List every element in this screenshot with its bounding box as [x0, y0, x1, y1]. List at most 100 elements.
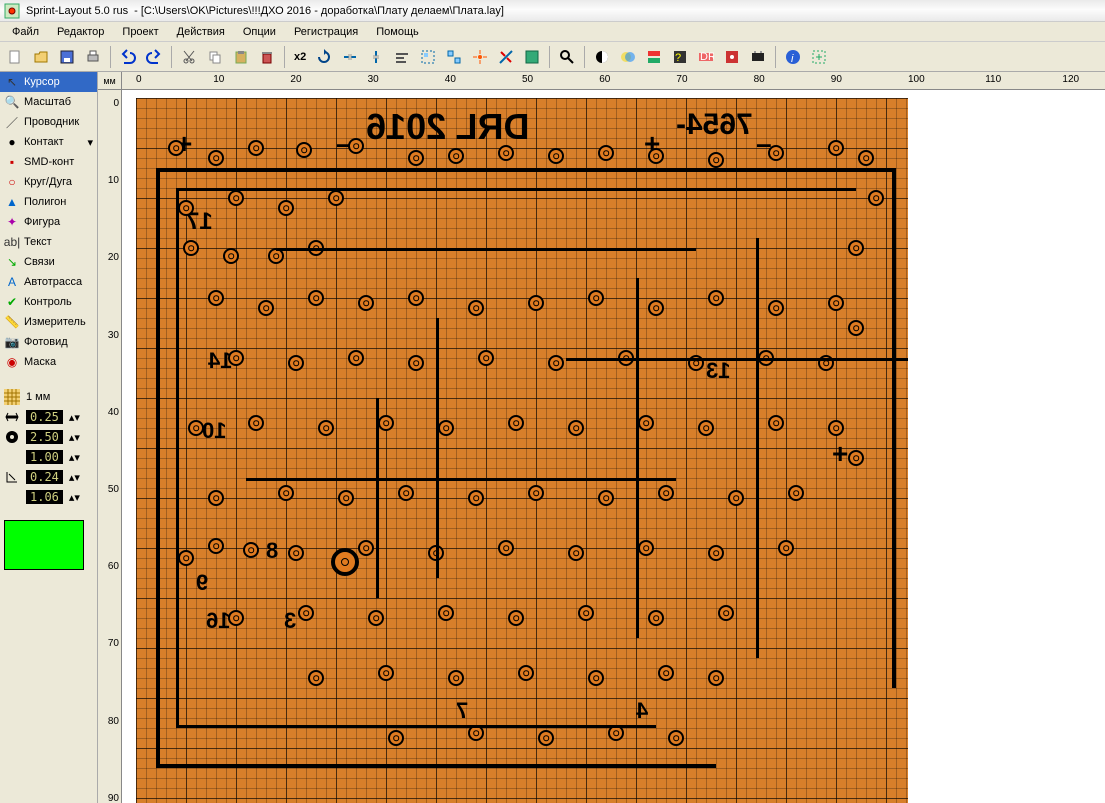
open-file-button[interactable] — [30, 46, 52, 68]
silkscreen-text[interactable]: 3 — [284, 608, 296, 634]
copy-button[interactable] — [204, 46, 226, 68]
pcb-pad[interactable] — [508, 415, 524, 431]
pcb-pad[interactable] — [658, 485, 674, 501]
pcb-pad[interactable] — [528, 295, 544, 311]
pcb-trace[interactable] — [566, 358, 908, 361]
pcb-pad[interactable] — [708, 290, 724, 306]
pcb-trace[interactable] — [176, 188, 856, 191]
pcb-pad[interactable] — [548, 148, 564, 164]
pcb-pad[interactable] — [858, 150, 874, 166]
tool-measure[interactable]: 📏Измеритель — [0, 312, 97, 332]
pcb-pad[interactable] — [468, 490, 484, 506]
pcb-pad[interactable] — [518, 665, 534, 681]
pcb-pad[interactable] — [278, 485, 294, 501]
cut-button[interactable] — [178, 46, 200, 68]
tool-mask[interactable]: ◉Маска — [0, 352, 97, 372]
pcb-pad[interactable] — [568, 545, 584, 561]
pcb-pad[interactable] — [338, 490, 354, 506]
zoom-x2-button[interactable]: x2 — [291, 46, 309, 68]
drill-button[interactable] — [721, 46, 743, 68]
pcb-pad[interactable] — [528, 485, 544, 501]
snap-button[interactable] — [469, 46, 491, 68]
pcb-pad[interactable] — [718, 605, 734, 621]
pcb-pad[interactable] — [848, 240, 864, 256]
pcb-pad[interactable] — [223, 248, 239, 264]
pcb-pad[interactable] — [168, 140, 184, 156]
pcb-pad[interactable] — [368, 610, 384, 626]
pcb-pad[interactable] — [408, 150, 424, 166]
pcb-pad[interactable] — [538, 730, 554, 746]
tool-zoom[interactable]: 🔍Масштаб — [0, 92, 97, 112]
spinner-icon[interactable]: ▴▾ — [69, 451, 80, 464]
ungroup-button[interactable] — [443, 46, 465, 68]
menu-actions[interactable]: Действия — [169, 24, 233, 40]
silkscreen-text[interactable]: 4 — [636, 698, 648, 724]
pad-outer-row[interactable]: 2.50 ▴▾ — [4, 428, 93, 446]
pcb-pad[interactable] — [278, 200, 294, 216]
pcb-pad[interactable] — [848, 450, 864, 466]
pcb-trace[interactable] — [246, 478, 676, 481]
menu-project[interactable]: Проект — [114, 24, 166, 40]
pcb-pad[interactable] — [243, 542, 259, 558]
silkscreen-text[interactable]: + — [832, 438, 848, 470]
pcb-pad[interactable] — [498, 145, 514, 161]
pad-inner-row[interactable]: 1.00 ▴▾ — [4, 448, 93, 466]
pcb-pad[interactable] — [548, 355, 564, 371]
silkscreen-text[interactable]: 13 — [706, 358, 730, 384]
tool-track[interactable]: ／Проводник — [0, 112, 97, 132]
group-button[interactable] — [417, 46, 439, 68]
contrast-button[interactable] — [591, 46, 613, 68]
pcb-pad[interactable] — [588, 290, 604, 306]
pcb-pad[interactable] — [348, 138, 364, 154]
tool-text[interactable]: ab|Текст — [0, 232, 97, 252]
components-button[interactable] — [747, 46, 769, 68]
tool-circle[interactable]: ○Круг/Дуга — [0, 172, 97, 192]
pcb-pad[interactable] — [288, 545, 304, 561]
pcb-pad[interactable] — [568, 420, 584, 436]
ground-button[interactable] — [521, 46, 543, 68]
pcb-pad[interactable] — [228, 350, 244, 366]
pcb-pad[interactable] — [398, 485, 414, 501]
pcb-pad[interactable] — [578, 605, 594, 621]
pcb-pad[interactable] — [498, 540, 514, 556]
info-button[interactable]: i — [782, 46, 804, 68]
pcb-pad[interactable] — [768, 300, 784, 316]
size-b-row[interactable]: 1.06 ▴▾ — [4, 488, 93, 506]
pcb-trace[interactable] — [756, 238, 759, 658]
find-button[interactable] — [556, 46, 578, 68]
silkscreen-text[interactable]: 8 — [266, 538, 278, 564]
pcb-pad[interactable] — [296, 142, 312, 158]
menu-help[interactable]: Помощь — [368, 24, 427, 40]
pcb-pad[interactable] — [228, 610, 244, 626]
menu-options[interactable]: Опции — [235, 24, 284, 40]
drc-button[interactable]: DRC — [695, 46, 717, 68]
pcb-pad[interactable] — [288, 355, 304, 371]
pcb-pad[interactable] — [358, 295, 374, 311]
pcb-pad[interactable] — [508, 610, 524, 626]
pcb-trace[interactable] — [176, 725, 656, 728]
pcb-trace[interactable] — [636, 278, 639, 638]
pcb-pad[interactable] — [328, 190, 344, 206]
rotate-button[interactable] — [313, 46, 335, 68]
pcb-pad[interactable] — [698, 420, 714, 436]
tool-smd[interactable]: ▪SMD-конт — [0, 152, 97, 172]
size-a-row[interactable]: 0.24 ▴▾ — [4, 468, 93, 486]
pcb-pad[interactable] — [378, 415, 394, 431]
scanned-copy-button[interactable] — [808, 46, 830, 68]
new-file-button[interactable] — [4, 46, 26, 68]
grid-value-row[interactable]: 1 мм — [4, 388, 93, 406]
pcb-pad[interactable] — [828, 295, 844, 311]
tool-pad[interactable]: ●Контакт▾ — [0, 132, 97, 152]
pcb-pad[interactable] — [868, 190, 884, 206]
pcb-trace[interactable] — [156, 764, 716, 768]
pcb-pad[interactable] — [448, 148, 464, 164]
tool-shape[interactable]: ✦Фигура — [0, 212, 97, 232]
silkscreen-text[interactable]: DRL 2016 — [366, 106, 529, 148]
silkscreen-text[interactable]: 9 — [196, 570, 208, 596]
pcb-pad[interactable] — [258, 300, 274, 316]
pcb-pad[interactable] — [298, 605, 314, 621]
pcb-board[interactable]: DRL 20167654-+–+–17141310+8916374 — [136, 98, 908, 803]
pcb-pad[interactable] — [828, 140, 844, 156]
spinner-icon[interactable]: ▴▾ — [69, 431, 80, 444]
spinner-icon[interactable]: ▴▾ — [69, 471, 80, 484]
